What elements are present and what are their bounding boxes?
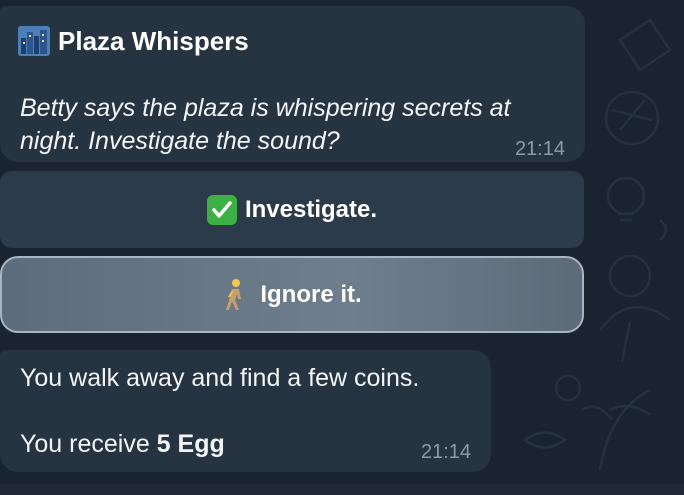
result-line-1: You walk away and find a few coins. [20,364,420,392]
ignore-button-label: Ignore it. [260,280,362,308]
message-title: Plaza Whispers [58,25,249,56]
message-title-row: Plaza Whispers [18,24,249,58]
ignore-button[interactable]: Ignore it. [0,256,584,333]
result-line-2: You receive 5 Egg [20,428,225,461]
message-bubble-result: You walk away and find a few coins. You … [0,350,491,472]
person-walking-icon [222,278,248,312]
message-body-text: Betty says the plaza is whispering secre… [20,94,511,155]
reward-amount: 5 Egg [156,430,225,458]
investigate-button-label: Investigate. [244,195,378,223]
check-mark-icon [206,194,237,225]
message-bubble-plaza: Plaza Whispers Betty says the plaza is w… [0,6,585,162]
message-timestamp: 21:14 [420,441,471,463]
bottom-bar [0,484,684,495]
cityscape-icon [18,26,50,56]
investigate-button[interactable]: Investigate. [0,171,584,248]
result-prefix: You receive [20,430,157,458]
message-timestamp: 21:14 [514,138,565,160]
